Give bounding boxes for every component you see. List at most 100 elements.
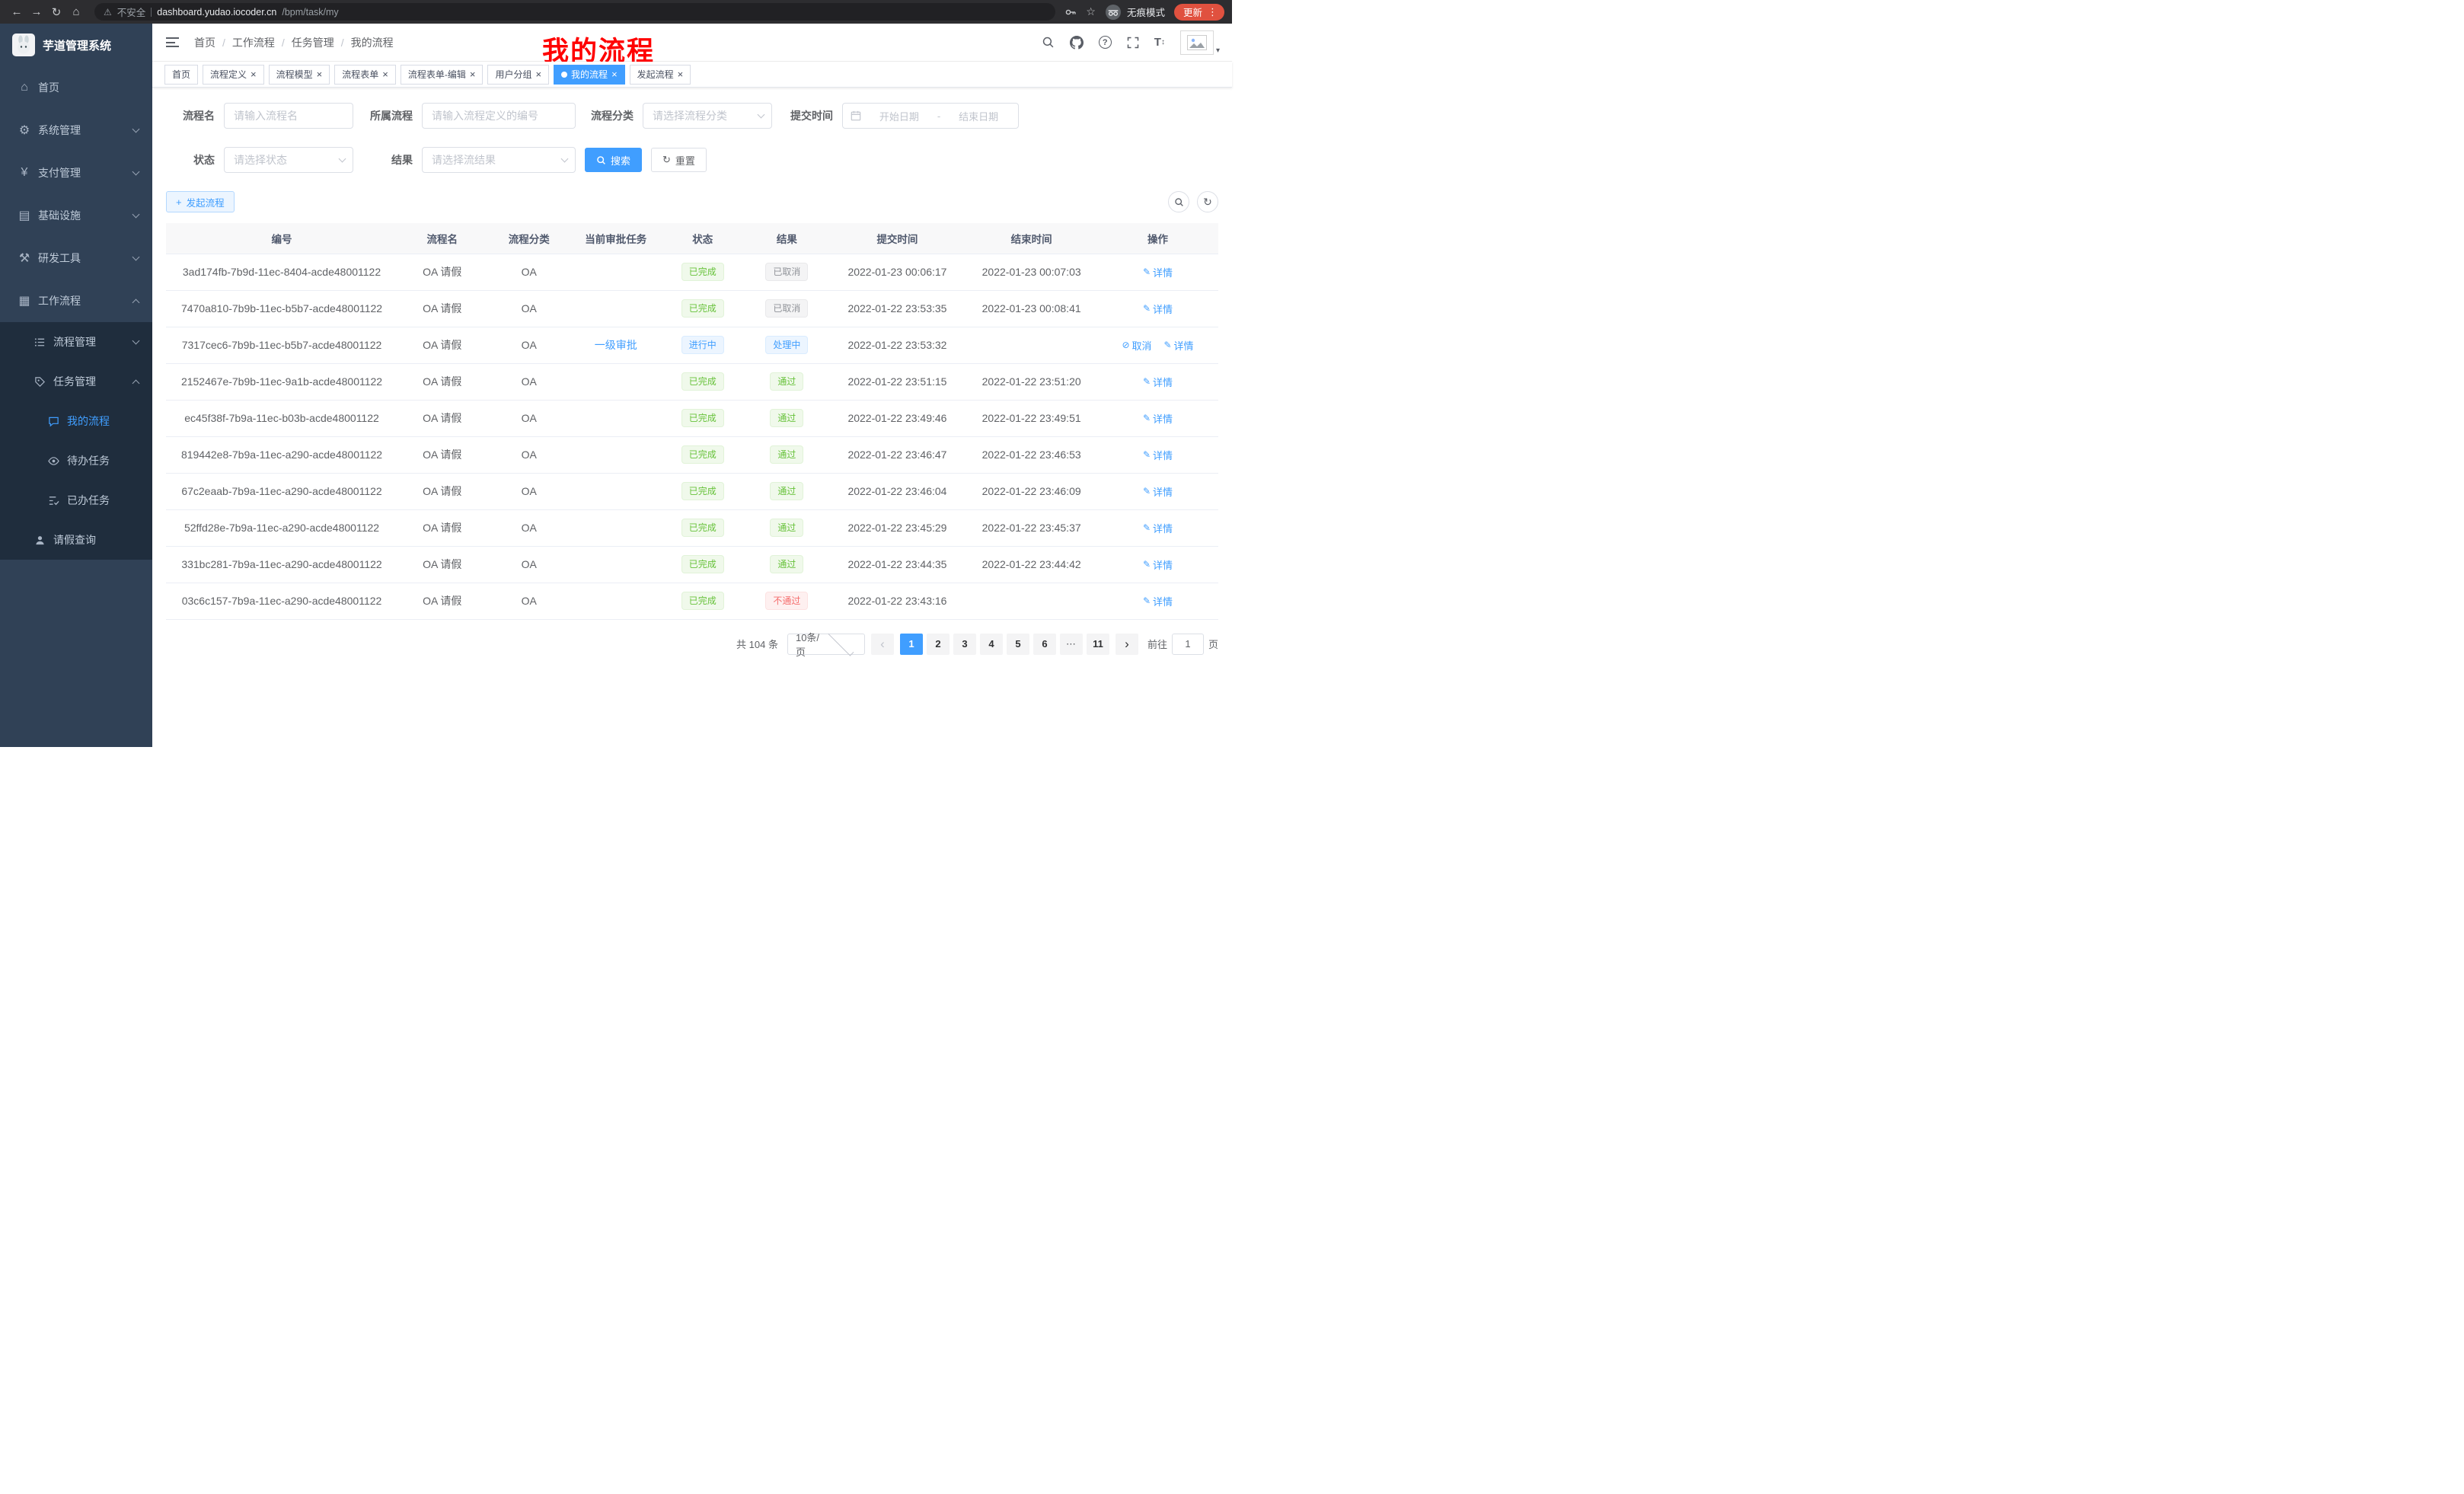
detail-link[interactable]: ✎详情 xyxy=(1143,302,1173,316)
browser-back-icon[interactable]: ← xyxy=(8,3,26,21)
cell-name: OA 请假 xyxy=(397,254,487,290)
caret-down-icon: ▾ xyxy=(1216,46,1220,55)
cell-submit-time: 2022-01-22 23:53:35 xyxy=(829,290,966,327)
hamburger-icon[interactable] xyxy=(164,34,180,50)
browser-refresh-icon[interactable]: ↻ xyxy=(47,3,65,21)
result-select[interactable]: 请选择流结果 xyxy=(422,147,576,173)
result-badge: 通过 xyxy=(770,372,803,391)
sidebar-item[interactable]: ⌂ 首页 xyxy=(0,66,152,109)
search-icon xyxy=(596,155,606,165)
browser-update-button[interactable]: 更新 ⋮ xyxy=(1174,4,1224,21)
tab[interactable]: 流程表单-编辑 × xyxy=(401,65,484,85)
page-button[interactable]: 11 xyxy=(1087,634,1109,655)
page-button[interactable]: 5 xyxy=(1007,634,1029,655)
page-button[interactable]: 4 xyxy=(980,634,1003,655)
next-page-button[interactable]: › xyxy=(1116,634,1138,655)
status-badge: 已完成 xyxy=(681,592,724,611)
refresh-table-button[interactable]: ↻ xyxy=(1197,191,1218,212)
page-size-select[interactable]: 10条/页 xyxy=(787,634,865,655)
help-icon[interactable]: ? xyxy=(1099,36,1112,49)
detail-link[interactable]: ✎详情 xyxy=(1143,411,1173,426)
browser-forward-icon[interactable]: → xyxy=(27,3,46,21)
close-icon[interactable]: × xyxy=(382,69,388,79)
cell-status: 已完成 xyxy=(661,546,745,583)
tab[interactable]: 流程定义 × xyxy=(203,65,264,85)
page-button[interactable]: ⋯ xyxy=(1060,634,1083,655)
sidebar-item-leave-query[interactable]: 请假查询 xyxy=(0,520,152,560)
sidebar-item-workflow[interactable]: ▦ 工作流程 xyxy=(0,279,152,322)
category-select[interactable]: 请选择流程分类 xyxy=(643,103,772,129)
password-key-icon[interactable] xyxy=(1064,6,1077,18)
detail-link[interactable]: ✎详情 xyxy=(1143,265,1173,279)
breadcrumb-item[interactable]: 工作流程 xyxy=(232,35,275,50)
current-task-link[interactable]: 一级审批 xyxy=(595,339,637,351)
sidebar-item[interactable]: ¥ 支付管理 xyxy=(0,152,152,194)
page-button[interactable]: 3 xyxy=(953,634,976,655)
font-size-icon[interactable]: T↕ xyxy=(1154,36,1165,49)
chevron-up-icon xyxy=(132,298,140,306)
edit-icon: ✎ xyxy=(1143,413,1151,423)
sidebar-item-task-mgmt[interactable]: 任务管理 xyxy=(0,362,152,401)
cancel-link[interactable]: ⊘取消 xyxy=(1122,338,1151,353)
process-name-input[interactable] xyxy=(224,103,353,129)
sidebar-item[interactable]: ⚙ 系统管理 xyxy=(0,109,152,152)
page-button[interactable]: 1 xyxy=(900,634,923,655)
breadcrumb-item[interactable]: 我的流程 xyxy=(351,35,394,50)
close-icon[interactable]: × xyxy=(678,69,684,79)
prev-page-button[interactable]: ‹ xyxy=(871,634,894,655)
incognito-icon xyxy=(1105,4,1122,21)
sidebar-item-my-process[interactable]: 我的流程 xyxy=(0,401,152,441)
tab[interactable]: 发起流程 × xyxy=(630,65,691,85)
close-icon[interactable]: × xyxy=(470,69,476,79)
detail-link[interactable]: ✎详情 xyxy=(1143,484,1173,499)
cell-category: OA xyxy=(487,436,572,473)
cell-category: OA xyxy=(487,546,572,583)
tab[interactable]: 流程表单 × xyxy=(334,65,396,85)
search-icon[interactable] xyxy=(1042,36,1055,49)
close-icon[interactable]: × xyxy=(535,69,541,79)
sidebar-item[interactable]: ▤ 基础设施 xyxy=(0,194,152,237)
detail-link[interactable]: ✎详情 xyxy=(1163,338,1193,353)
detail-link[interactable]: ✎详情 xyxy=(1143,594,1173,608)
tab[interactable]: 用户分组 × xyxy=(487,65,549,85)
page-button[interactable]: 2 xyxy=(927,634,950,655)
edit-icon: ✎ xyxy=(1143,376,1151,387)
toggle-search-button[interactable] xyxy=(1168,191,1189,212)
bookmark-star-icon[interactable]: ☆ xyxy=(1086,5,1096,18)
close-icon[interactable]: × xyxy=(317,69,323,79)
address-bar[interactable]: ⚠ 不安全 dashboard.yudao.iocoder.cn/bpm/tas… xyxy=(94,3,1055,21)
tab[interactable]: 流程模型 × xyxy=(269,65,330,85)
reset-button[interactable]: ↻ 重置 xyxy=(651,148,707,172)
table-row: 819442e8-7b9a-11ec-a290-acde48001122 OA … xyxy=(166,436,1218,473)
breadcrumb-item[interactable]: 任务管理 xyxy=(292,35,334,50)
create-process-button[interactable]: + 发起流程 xyxy=(166,191,235,212)
tab[interactable]: 首页 × xyxy=(164,65,198,85)
browser-menu-icon[interactable]: ⋮ xyxy=(1208,6,1218,18)
github-icon[interactable] xyxy=(1070,36,1084,49)
process-definition-input[interactable] xyxy=(422,103,576,129)
goto-page-input[interactable] xyxy=(1172,634,1204,655)
search-button[interactable]: 搜索 xyxy=(585,148,642,172)
cell-result: 通过 xyxy=(745,546,829,583)
close-icon[interactable]: × xyxy=(251,69,257,79)
fullscreen-icon[interactable] xyxy=(1127,37,1139,49)
detail-link[interactable]: ✎详情 xyxy=(1143,375,1173,389)
sidebar-item-done-task[interactable]: 已办任务 xyxy=(0,480,152,520)
browser-home-icon[interactable]: ⌂ xyxy=(67,3,85,21)
status-select[interactable]: 请选择状态 xyxy=(224,147,353,173)
sidebar-item-todo-task[interactable]: 待办任务 xyxy=(0,441,152,480)
user-avatar[interactable]: ▾ xyxy=(1180,30,1220,55)
col-id: 编号 xyxy=(166,223,397,254)
detail-link[interactable]: ✎详情 xyxy=(1143,557,1173,572)
date-range-picker[interactable]: 开始日期 - 结束日期 xyxy=(842,103,1019,129)
page-button[interactable]: 6 xyxy=(1033,634,1056,655)
close-icon[interactable]: × xyxy=(611,69,618,79)
detail-link[interactable]: ✎详情 xyxy=(1143,521,1173,535)
filter-name-label: 流程名 xyxy=(166,108,224,123)
breadcrumb-item[interactable]: 首页 xyxy=(194,35,215,50)
tab[interactable]: 我的流程 × xyxy=(554,65,625,85)
sidebar-item[interactable]: ⚒ 研发工具 xyxy=(0,237,152,279)
sidebar-item-process-mgmt[interactable]: 流程管理 xyxy=(0,322,152,362)
detail-link[interactable]: ✎详情 xyxy=(1143,448,1173,462)
cell-end-time xyxy=(965,583,1097,619)
